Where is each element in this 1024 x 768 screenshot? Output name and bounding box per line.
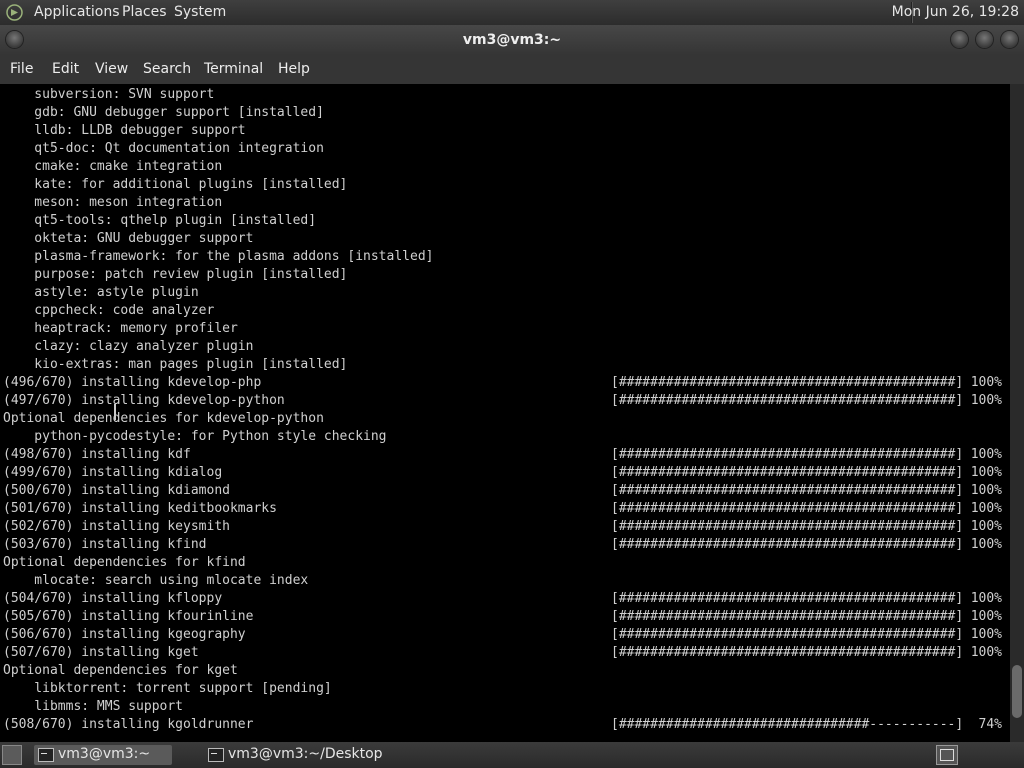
terminal-line: (506/670) installing kgeography xyxy=(3,627,246,642)
terminal-icon xyxy=(208,748,224,762)
progress-bar-text: [#######################################… xyxy=(611,483,964,498)
terminal-line: okteta: GNU debugger support xyxy=(3,231,254,246)
terminal-line: python-pycodestyle: for Python style che… xyxy=(3,429,387,444)
terminal-line: clazy: clazy analyzer plugin xyxy=(3,339,254,354)
terminal-line: purpose: patch review plugin [installed] xyxy=(3,267,348,282)
minimize-icon[interactable] xyxy=(951,31,968,48)
terminal-line: (505/670) installing kfourinline xyxy=(3,609,254,624)
terminal-line: (508/670) installing kgoldrunner xyxy=(3,717,254,732)
terminal-line: kate: for additional plugins [installed] xyxy=(3,177,348,192)
progress-percent: 100% xyxy=(970,465,1002,480)
taskbar-item-terminal-home[interactable]: vm3@vm3:~ xyxy=(34,745,172,765)
progress-bar-text: [#######################################… xyxy=(611,375,964,390)
progress-bar-text: [#######################################… xyxy=(611,537,964,552)
close-icon[interactable] xyxy=(1001,31,1018,48)
clock[interactable]: Mon Jun 26, 19:28 xyxy=(892,4,1019,20)
terminal-line: heaptrack: memory profiler xyxy=(3,321,238,336)
progress-percent: 100% xyxy=(970,537,1002,552)
progress-percent: 100% xyxy=(970,447,1002,462)
terminal-line: cppcheck: code analyzer xyxy=(3,303,215,318)
terminal-scrollbar[interactable] xyxy=(1010,84,1024,742)
terminal-line: Optional dependencies for kget xyxy=(3,663,238,678)
taskbar-item-label: vm3@vm3:~/Desktop xyxy=(228,746,383,762)
terminal-line: (498/670) installing kdf xyxy=(3,447,191,462)
progress-percent: 100% xyxy=(970,519,1002,534)
progress-percent: 100% xyxy=(970,483,1002,498)
mouse-text-cursor-icon xyxy=(114,404,116,420)
terminal-line: Optional dependencies for kdevelop-pytho… xyxy=(3,411,324,426)
window-titlebar[interactable]: vm3@vm3:~ xyxy=(0,25,1024,55)
menu-help[interactable]: Help xyxy=(278,61,310,77)
progress-percent: 100% xyxy=(970,645,1002,660)
progress-percent: 74% xyxy=(970,717,1003,732)
terminal-line: Optional dependencies for kfind xyxy=(3,555,246,570)
menu-view[interactable]: View xyxy=(95,61,128,77)
terminal-line: kio-extras: man pages plugin [installed] xyxy=(3,357,348,372)
terminal-line: qt5-tools: qthelp plugin [installed] xyxy=(3,213,317,228)
top-panel: Applications Places System Mon Jun 26, 1… xyxy=(0,0,1024,25)
terminal-line: libktorrent: torrent support [pending] xyxy=(3,681,332,696)
progress-bar-text: [#######################################… xyxy=(611,591,964,606)
progress-bar-text: [################################-------… xyxy=(611,717,964,732)
terminal-line: subversion: SVN support xyxy=(3,87,215,102)
terminal-line: (497/670) installing kdevelop-python xyxy=(3,393,285,408)
menu-file[interactable]: File xyxy=(10,61,33,77)
bottom-panel: vm3@vm3:~ vm3@vm3:~/Desktop xyxy=(0,742,1024,768)
scrollbar-thumb[interactable] xyxy=(1012,665,1022,718)
terminal-line: (507/670) installing kget xyxy=(3,645,199,660)
terminal-output[interactable]: subversion: SVN support gdb: GNU debugge… xyxy=(0,84,1010,742)
progress-bar-text: [#######################################… xyxy=(611,627,964,642)
progress-percent: 100% xyxy=(970,375,1002,390)
terminal-line: meson: meson integration xyxy=(3,195,223,210)
terminal-line: libmms: MMS support xyxy=(3,699,184,714)
terminal-line: (496/670) installing kdevelop-php xyxy=(3,375,262,390)
progress-bar-text: [#######################################… xyxy=(611,519,964,534)
workspace-switcher-icon[interactable] xyxy=(936,745,958,765)
progress-bar-text: [#######################################… xyxy=(611,645,964,660)
terminal-line: qt5-doc: Qt documentation integration xyxy=(3,141,324,156)
progress-percent: 100% xyxy=(970,393,1002,408)
distro-logo-icon[interactable] xyxy=(6,4,23,21)
terminal-line: lldb: LLDB debugger support xyxy=(3,123,246,138)
terminal-line: gdb: GNU debugger support [installed] xyxy=(3,105,324,120)
menu-search[interactable]: Search xyxy=(143,61,191,77)
terminal-line: cmake: cmake integration xyxy=(3,159,223,174)
menubar: File Edit View Search Terminal Help xyxy=(0,55,1024,84)
terminal-icon xyxy=(38,748,54,762)
taskbar-item-terminal-desktop[interactable]: vm3@vm3:~/Desktop xyxy=(204,745,394,765)
progress-bar-text: [#######################################… xyxy=(611,465,964,480)
terminal-line: (504/670) installing kfloppy xyxy=(3,591,223,606)
terminal-line: (502/670) installing keysmith xyxy=(3,519,230,534)
terminal-line: (499/670) installing kdialog xyxy=(3,465,223,480)
progress-percent: 100% xyxy=(970,501,1002,516)
terminal-line: (500/670) installing kdiamond xyxy=(3,483,230,498)
terminal-line: (501/670) installing keditbookmarks xyxy=(3,501,277,516)
terminal-line: mlocate: search using mlocate index xyxy=(3,573,309,588)
system-menu[interactable]: System xyxy=(174,4,226,20)
progress-bar-text: [#######################################… xyxy=(611,501,964,516)
progress-bar-text: [#######################################… xyxy=(611,609,964,624)
show-desktop-icon[interactable] xyxy=(2,745,22,765)
terminal-line: astyle: astyle plugin xyxy=(3,285,199,300)
maximize-icon[interactable] xyxy=(976,31,993,48)
progress-percent: 100% xyxy=(970,627,1002,642)
progress-percent: 100% xyxy=(970,591,1002,606)
terminal-line: plasma-framework: for the plasma addons … xyxy=(3,249,434,264)
terminal-line: (503/670) installing kfind xyxy=(3,537,207,552)
progress-percent: 100% xyxy=(970,609,1002,624)
applications-menu[interactable]: Applications xyxy=(34,4,120,20)
menu-terminal[interactable]: Terminal xyxy=(204,61,263,77)
progress-bar-text: [#######################################… xyxy=(611,447,964,462)
taskbar-item-label: vm3@vm3:~ xyxy=(58,746,151,762)
window-title: vm3@vm3:~ xyxy=(462,32,562,48)
progress-bar-text: [#######################################… xyxy=(611,393,964,408)
menu-edit[interactable]: Edit xyxy=(52,61,79,77)
places-menu[interactable]: Places xyxy=(122,4,167,20)
